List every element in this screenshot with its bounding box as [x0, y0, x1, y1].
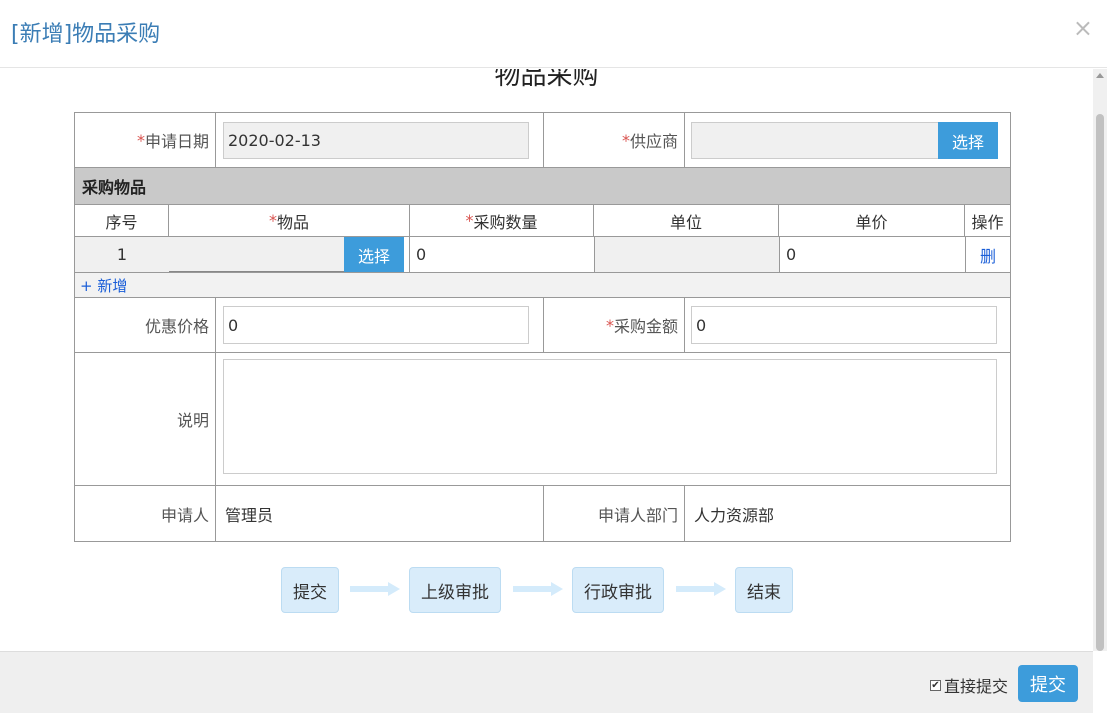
- unit-input[interactable]: [594, 237, 779, 272]
- applicant-label: 申请人: [75, 486, 216, 541]
- date-supplier-row: * 申请日期 2020-02-13 * 供应商 选择: [75, 113, 1010, 168]
- col-price: 单价: [779, 205, 965, 236]
- approval-flow: 提交 上级审批 行政审批 结束: [0, 567, 1093, 617]
- flow-step-submit: 提交: [281, 567, 339, 613]
- supplier-label: * 供应商: [544, 113, 685, 167]
- direct-submit-label: 直接提交: [943, 677, 1008, 696]
- col-item: * 物品: [169, 205, 410, 236]
- col-quantity: * 采购数量: [410, 205, 594, 236]
- col-unit: 单位: [594, 205, 779, 236]
- quantity-input[interactable]: 0: [409, 237, 594, 272]
- items-section-header: 采购物品: [75, 168, 1010, 205]
- apply-date-label: * 申请日期: [75, 113, 216, 167]
- description-row: 说明: [75, 353, 1010, 486]
- department-value: 人力资源部: [694, 505, 775, 525]
- submit-button[interactable]: 提交: [1018, 665, 1078, 702]
- modal-footer: ✔ 直接提交 提交: [0, 651, 1093, 713]
- scrollbar-thumb[interactable]: [1096, 114, 1104, 651]
- price-input[interactable]: 0: [779, 237, 965, 272]
- purchase-form: * 申请日期 2020-02-13 * 供应商 选择 采购物品 序号 * 物品 * 采购…: [74, 112, 1011, 542]
- delete-row-link[interactable]: 删: [965, 237, 1010, 272]
- form-title: 物品采购: [494, 69, 599, 91]
- flow-arrow-icon: [676, 582, 726, 596]
- close-icon[interactable]: ×: [1073, 16, 1093, 40]
- item-select-button[interactable]: 选择: [344, 237, 404, 272]
- applicant-row: 申请人 管理员 申请人部门 人力资源部: [75, 486, 1010, 541]
- supplier-select-button[interactable]: 选择: [938, 122, 998, 159]
- apply-date-input[interactable]: 2020-02-13: [223, 122, 529, 159]
- item-input[interactable]: [169, 237, 344, 272]
- modal-title: [新增]物品采购: [11, 22, 161, 47]
- flow-step-supervisor: 上级审批: [409, 567, 501, 613]
- flow-arrow-icon: [513, 582, 563, 596]
- flow-arrow-icon: [350, 582, 400, 596]
- discount-amount-row: 优惠价格 0 * 采购金额 0: [75, 298, 1010, 353]
- discount-input[interactable]: 0: [223, 306, 529, 344]
- items-table-header: 序号 * 物品 * 采购数量 单位 单价 操作: [75, 205, 1010, 237]
- scrollbar[interactable]: [1093, 69, 1107, 651]
- direct-submit-checkbox[interactable]: ✔: [929, 679, 941, 691]
- amount-input[interactable]: 0: [691, 306, 997, 344]
- department-label: 申请人部门: [544, 486, 685, 541]
- add-item-link[interactable]: + 新增: [75, 273, 1010, 298]
- col-index: 序号: [75, 205, 169, 236]
- applicant-value: 管理员: [225, 505, 274, 525]
- scroll-up-icon[interactable]: [1096, 73, 1104, 78]
- description-textarea[interactable]: [223, 359, 997, 474]
- amount-label: * 采购金额: [544, 298, 685, 352]
- description-label: 说明: [75, 353, 216, 485]
- table-row: 1 选择 0 0 删: [75, 237, 1010, 273]
- supplier-input[interactable]: [691, 122, 939, 159]
- row-index: 1: [75, 237, 169, 272]
- discount-label: 优惠价格: [75, 298, 216, 352]
- modal-header: [新增]物品采购 ×: [0, 0, 1107, 68]
- flow-step-end: 结束: [735, 567, 793, 613]
- flow-step-admin: 行政审批: [572, 567, 664, 613]
- direct-submit-option[interactable]: ✔ 直接提交: [929, 673, 1008, 697]
- form-scroll-area: 物品采购 * 申请日期 2020-02-13 * 供应商 选择 采购物品 序号 * 物…: [0, 69, 1093, 651]
- col-action: 操作: [971, 212, 1004, 232]
